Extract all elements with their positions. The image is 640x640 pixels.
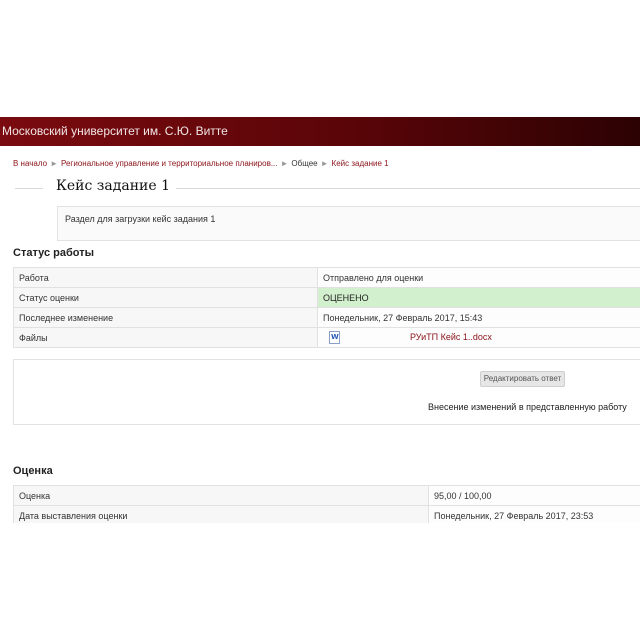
site-title[interactable]: Московский университет им. С.Ю. Витте (2, 124, 228, 138)
heading-divider-right (176, 188, 640, 189)
breadcrumb-home[interactable]: В начало (13, 159, 47, 168)
grade-value-score: 95,00 / 100,00 (428, 485, 640, 506)
submitted-file-link[interactable]: РУиТП Кейс 1..docx (410, 332, 492, 342)
breadcrumb-course[interactable]: Региональное управление и территориально… (61, 159, 277, 168)
word-document-icon (329, 331, 340, 344)
breadcrumb-separator: ► (320, 159, 329, 168)
submission-status-heading: Статус работы (13, 247, 94, 259)
breadcrumb-separator: ► (280, 159, 289, 168)
table-row: Статус оценки ОЦЕНЕНО (13, 287, 640, 308)
edit-submission-box: Редактировать ответ Внесение изменений в… (13, 359, 640, 425)
breadcrumb-separator: ► (50, 159, 58, 168)
site-header: Московский университет им. С.Ю. Витте (0, 117, 640, 146)
page-title: Кейс задание 1 (56, 178, 170, 194)
assignment-intro-box: Раздел для загрузки кейс задания 1 (57, 206, 640, 241)
status-value-grading: ОЦЕНЕНО (317, 287, 640, 308)
grade-value-date: Понедельник, 27 Февраль 2017, 23:53 (428, 505, 640, 523)
submission-status-table: Работа Отправлено для оценки Статус оцен… (13, 267, 640, 348)
grade-table: Оценка 95,00 / 100,00 Дата выставления о… (13, 485, 640, 523)
status-label-grading: Статус оценки (13, 287, 318, 308)
edit-submission-button[interactable]: Редактировать ответ (480, 371, 565, 387)
heading-divider-left (15, 188, 43, 189)
breadcrumb: В начало ► Региональное управление и терри… (13, 159, 389, 168)
table-row: Оценка 95,00 / 100,00 (13, 485, 640, 506)
status-label-last-modified: Последнее изменение (13, 307, 318, 328)
status-value-last-modified: Понедельник, 27 Февраль 2017, 15:43 (317, 307, 640, 328)
breadcrumb-section[interactable]: Общее (291, 159, 317, 168)
status-value-submission: Отправлено для оценки (317, 267, 640, 288)
grade-heading: Оценка (13, 465, 53, 477)
grade-label-score: Оценка (13, 485, 429, 506)
status-value-files: РУиТП Кейс 1..docx (317, 327, 640, 348)
table-row: Дата выставления оценки Понедельник, 27 … (13, 505, 640, 523)
page-viewport: Московский университет им. С.Ю. Витте В … (0, 117, 640, 523)
grade-label-date: Дата выставления оценки (13, 505, 429, 523)
status-label-submission: Работа (13, 267, 318, 288)
table-row: Файлы РУиТП Кейс 1..docx (13, 327, 640, 348)
status-label-files: Файлы (13, 327, 318, 348)
assignment-intro-text: Раздел для загрузки кейс задания 1 (65, 214, 216, 224)
table-row: Работа Отправлено для оценки (13, 267, 640, 288)
breadcrumb-assignment[interactable]: Кейс задание 1 (332, 159, 389, 168)
edit-submission-note: Внесение изменений в представленную рабо… (428, 402, 627, 412)
table-row: Последнее изменение Понедельник, 27 Февр… (13, 307, 640, 328)
page-heading: Кейс задание 1 (0, 177, 640, 199)
